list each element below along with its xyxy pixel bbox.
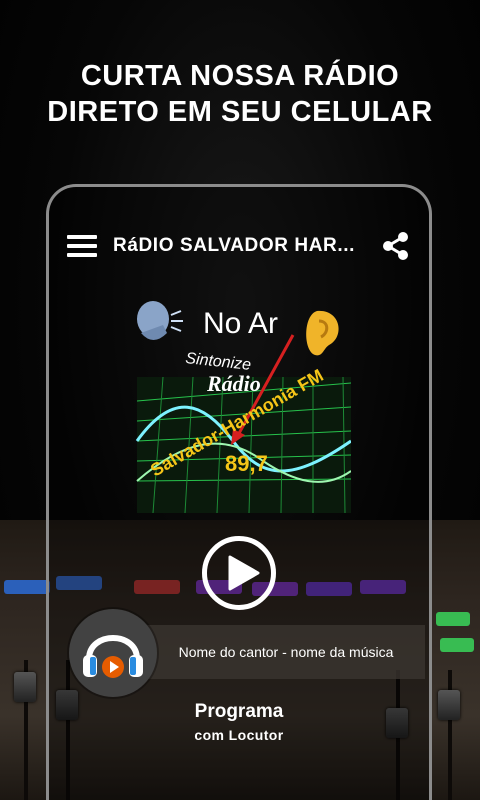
ear-icon [306,310,339,356]
play-icon [228,555,260,591]
headline-line-2: DIRETO EM SEU CELULAR [47,96,433,128]
play-button[interactable] [202,536,276,610]
program-name: Programa [194,701,284,722]
station-logo: No Ar Sintonize Rádio Salvador-Harmonia … [135,301,351,513]
on-air-text: No Ar [203,307,278,340]
headphones-icon [83,635,143,678]
headline-line-1: CURTA NOSSA RÁDIO [80,60,400,92]
frequency-text: 89,7 [225,451,268,476]
app-title: RáDIO SALVADOR HAR... [113,235,356,256]
headline: CURTA NOSSA RÁDIO DIRETO EM SEU CELULAR [0,58,480,130]
share-icon[interactable] [381,231,411,261]
now-playing-text: Nome do cantor - nome da música [178,644,394,660]
speaking-head-icon [137,301,183,340]
program-avatar [69,609,157,697]
hamburger-menu-icon[interactable] [67,235,97,257]
program-host: com Locutor [194,727,284,743]
frequency-grid [135,376,351,513]
now-playing-bar: Nome do cantor - nome da música [147,625,425,679]
app-bar: RáDIO SALVADOR HAR... [49,217,429,275]
radio-text: Rádio [206,371,261,396]
phone-frame: RáDIO SALVADOR HAR... No Ar Sintonize Rá… [46,184,432,800]
